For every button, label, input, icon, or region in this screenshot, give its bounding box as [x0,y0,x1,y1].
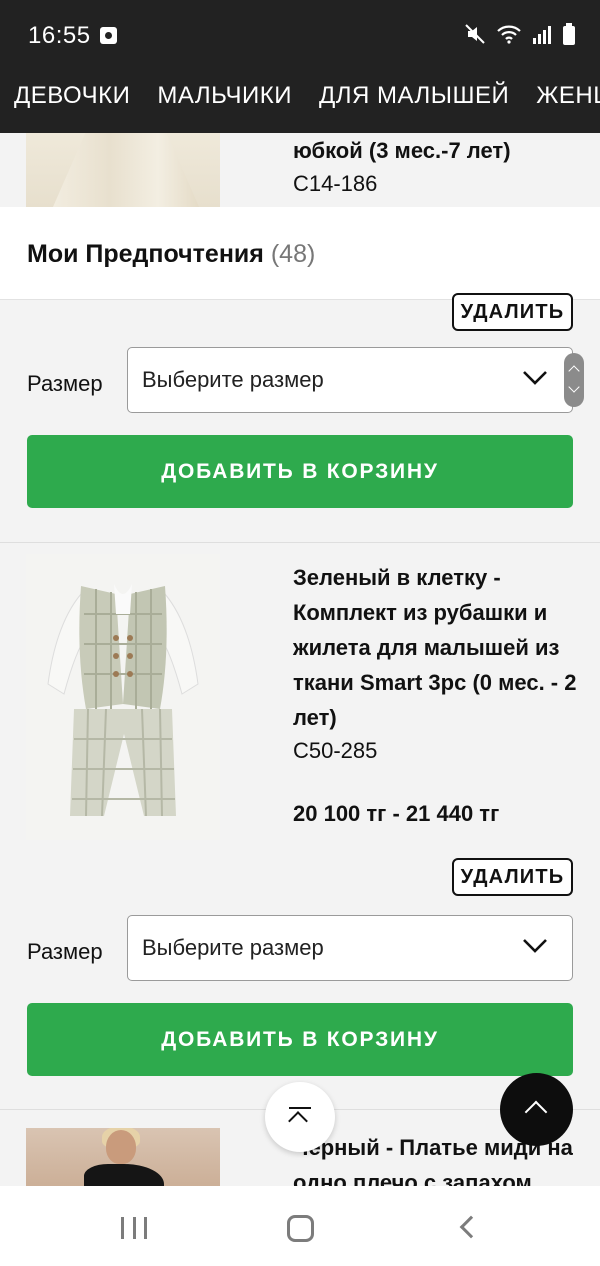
preferences-title-text: Мои Предпочтения [27,240,264,268]
remove-button[interactable]: УДАЛИТЬ [452,293,573,331]
back-icon[interactable] [459,1215,483,1239]
preferences-title: Мои Предпочтения (48) [27,240,315,269]
mute-icon [464,23,486,50]
previous-item-image[interactable] [26,133,220,207]
size-select[interactable]: Выберите размер [127,347,573,413]
size-label: Размер [27,371,103,396]
divider [0,542,600,543]
back-to-top-button[interactable] [265,1082,335,1152]
category-boys[interactable]: МАЛЬЧИКИ [157,82,292,110]
remove-button[interactable]: УДАЛИТЬ [452,858,573,896]
arrow-up-icon [288,1111,308,1131]
recent-apps-icon[interactable] [121,1217,147,1239]
preferences-count: (48) [270,240,316,268]
wifi-icon [496,23,522,50]
preferences-header: Мои Предпочтения (48) [0,207,600,300]
chevron-down-icon [523,371,547,385]
product-code: C50-285 [293,738,378,763]
size-select[interactable]: Выберите размер [127,915,573,981]
size-select-value: Выберите размер [142,935,324,960]
add-to-cart-button[interactable]: ДОБАВИТЬ В КОРЗИНУ [27,1003,573,1076]
category-babies[interactable]: ДЛЯ МАЛЫШЕЙ [319,82,509,110]
previous-item-title[interactable]: юбкой (3 мес.-7 лет) [293,138,511,164]
category-girls[interactable]: ДЕВОЧКИ [14,82,130,110]
status-icons [464,22,576,51]
status-time: 16:55 [28,22,91,49]
product-title[interactable]: Зеленый в клетку - Комплект из рубашки и… [293,560,578,735]
size-select-value: Выберите размер [142,367,324,392]
scroll-handle[interactable] [564,353,584,407]
home-icon[interactable] [287,1215,314,1242]
size-label: Размер [27,939,103,964]
category-nav: ДЕВОЧКИ МАЛЬЧИКИ ДЛЯ МАЛЫШЕЙ ЖЕНЩИНЫ [0,60,600,133]
product-image[interactable] [26,1128,220,1186]
add-to-cart-button[interactable]: ДОБАВИТЬ В КОРЗИНУ [27,435,573,508]
previous-item-code: C14-186 [293,171,378,196]
signal-icon [532,23,552,50]
scroll-up-button[interactable] [500,1073,573,1146]
previous-item: юбкой (3 мес.-7 лет) C14-186 [0,133,600,207]
battery-icon [562,22,576,51]
chevron-up-icon [524,1100,548,1124]
system-nav-bar [0,1186,600,1266]
product-price: 20 100 тг - 21 440 тг [293,801,500,826]
chevron-down-icon [523,939,547,953]
wishlist-content[interactable]: юбкой (3 мес.-7 лет) C14-186 Мои Предпоч… [0,133,600,1186]
category-women[interactable]: ЖЕНЩИНЫ [536,82,600,110]
product-image[interactable] [26,554,220,840]
notification-app-icon [100,27,117,44]
